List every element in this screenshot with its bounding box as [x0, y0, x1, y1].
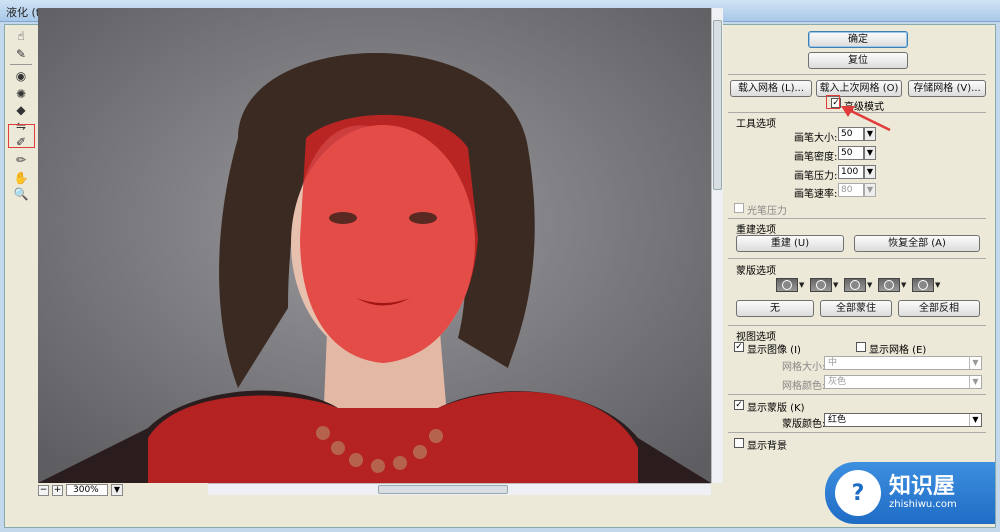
- reconstruct-icon[interactable]: ✎: [12, 46, 30, 62]
- forward-warp-icon[interactable]: ☝: [12, 28, 30, 44]
- annotation-arrow-right: [841, 106, 891, 132]
- mesh-size-label: 网格大小:: [782, 362, 826, 373]
- zoom-level-field[interactable]: 300%: [66, 484, 108, 496]
- restore-all-button[interactable]: 恢复全部 (A): [854, 235, 980, 252]
- zoom-bar: − + 300% ▼: [38, 483, 208, 497]
- zoom-icon[interactable]: 🔍: [12, 186, 30, 202]
- zoom-out-button[interactable]: −: [38, 484, 49, 496]
- brush-pressure-field[interactable]: 100 ▼: [838, 165, 876, 179]
- vertical-scrollbar[interactable]: [711, 8, 723, 483]
- tool-highlight-box: [8, 124, 35, 148]
- mask-options-title: 蒙版选项: [736, 266, 776, 277]
- watermark-text: 知识屋 zhishiwu.com: [889, 475, 957, 511]
- mesh-size-select: 中 ▼: [824, 356, 982, 370]
- zoom-in-button[interactable]: +: [52, 484, 63, 496]
- brush-density-field[interactable]: 50 ▼: [838, 146, 876, 160]
- invert-all-button[interactable]: 全部反相: [898, 300, 980, 317]
- pucker-icon[interactable]: ✺: [12, 86, 30, 102]
- show-image-checkbox[interactable]: ✓: [734, 342, 744, 352]
- watermark-name: 知识屋: [889, 474, 956, 499]
- options-panel: 确定 复位 载入网格 (L)... 载入上次网格 (O) 存储网格 (V)...…: [724, 8, 990, 502]
- brush-rate-field: 80 ▼: [838, 183, 876, 197]
- tool-options-title: 工具选项: [736, 119, 776, 130]
- brush-rate-label: 画笔速率:: [794, 189, 838, 200]
- reset-button[interactable]: 复位: [808, 52, 908, 69]
- show-mask-label: 显示蒙版 (K): [747, 403, 805, 414]
- brush-pressure-label: 画笔压力:: [794, 171, 838, 182]
- show-backdrop-checkbox[interactable]: [734, 438, 744, 448]
- chevron-down-icon[interactable]: ▼: [901, 281, 906, 289]
- question-monitor-icon: ?: [835, 470, 881, 516]
- separator: [728, 74, 986, 75]
- preview-canvas[interactable]: [38, 8, 711, 483]
- chevron-down-icon[interactable]: ▼: [867, 281, 872, 289]
- show-mesh-checkbox[interactable]: [856, 342, 866, 352]
- separator: [728, 218, 986, 219]
- mask-color-label: 蒙版颜色:: [782, 419, 826, 430]
- separator: [728, 432, 986, 433]
- hand-icon[interactable]: ✋: [12, 170, 30, 186]
- mesh-size-value: 中: [828, 358, 838, 368]
- bloat-icon[interactable]: ◆: [12, 102, 30, 118]
- mask-color-select[interactable]: 红色 ▼: [824, 413, 982, 427]
- brush-density-value[interactable]: 50: [838, 146, 864, 160]
- chevron-down-icon[interactable]: ▼: [935, 281, 940, 289]
- chevron-down-icon: ▼: [969, 357, 981, 369]
- horizontal-scrollbar[interactable]: [208, 483, 711, 495]
- separator: [728, 394, 986, 395]
- brush-rate-value: 80: [838, 183, 864, 197]
- show-image-label: 显示图像 (I): [747, 345, 801, 356]
- invert-selection-icon[interactable]: [912, 278, 934, 292]
- reconstruct-button[interactable]: 重建 (U): [736, 235, 844, 252]
- add-to-selection-icon[interactable]: [810, 278, 832, 292]
- chevron-down-icon[interactable]: ▼: [799, 281, 804, 289]
- brush-pressure-value[interactable]: 100: [838, 165, 864, 179]
- tool-separator: [10, 64, 32, 65]
- chevron-down-icon[interactable]: ▼: [864, 165, 876, 179]
- thaw-mask-icon[interactable]: ✏: [12, 152, 30, 168]
- subtract-from-selection-icon[interactable]: [844, 278, 866, 292]
- brush-density-label: 画笔密度:: [794, 152, 838, 163]
- tool-bar: ☝ ✎ ◉ ✺ ◆ ⇋ ✐ ✏ ✋ 🔍: [8, 28, 34, 218]
- vertical-scroll-thumb[interactable]: [713, 20, 722, 190]
- zoom-dropdown-icon[interactable]: ▼: [111, 484, 123, 496]
- show-backdrop-label: 显示背景: [747, 441, 787, 452]
- mesh-color-label: 网格颜色:: [782, 381, 826, 392]
- stylus-pressure-label: 光笔压力: [747, 206, 787, 217]
- ok-button[interactable]: 确定: [808, 31, 908, 48]
- mask-color-value[interactable]: 红色: [828, 415, 846, 425]
- separator: [728, 325, 986, 326]
- watermark-url: zhishiwu.com: [889, 499, 957, 510]
- stylus-pressure-checkbox: [734, 203, 744, 213]
- chevron-down-icon[interactable]: ▼: [969, 414, 981, 426]
- chevron-down-icon: ▼: [969, 376, 981, 388]
- watermark-badge: ? 知识屋 zhishiwu.com: [825, 462, 995, 524]
- chevron-down-icon: ▼: [864, 183, 876, 197]
- preview-image: [38, 8, 711, 483]
- twirl-icon[interactable]: ◉: [12, 68, 30, 84]
- mesh-color-value: 灰色: [828, 377, 847, 387]
- separator: [728, 258, 986, 259]
- show-mask-checkbox[interactable]: ✓: [734, 400, 744, 410]
- horizontal-scroll-thumb[interactable]: [378, 485, 508, 494]
- load-mesh-button[interactable]: 载入网格 (L)...: [730, 80, 812, 97]
- brush-size-label: 画笔大小:: [794, 133, 838, 144]
- save-mesh-button[interactable]: 存储网格 (V)...: [908, 80, 986, 97]
- mask-all-button[interactable]: 全部蒙住: [820, 300, 892, 317]
- chevron-down-icon[interactable]: ▼: [864, 146, 876, 160]
- chevron-down-icon[interactable]: ▼: [833, 281, 838, 289]
- intersect-selection-icon[interactable]: [878, 278, 900, 292]
- reconstruct-options-title: 重建选项: [736, 225, 776, 236]
- replace-selection-icon[interactable]: [776, 278, 798, 292]
- show-mesh-label: 显示网格 (E): [869, 345, 927, 356]
- mesh-color-select: 灰色 ▼: [824, 375, 982, 389]
- mask-none-button[interactable]: 无: [736, 300, 814, 317]
